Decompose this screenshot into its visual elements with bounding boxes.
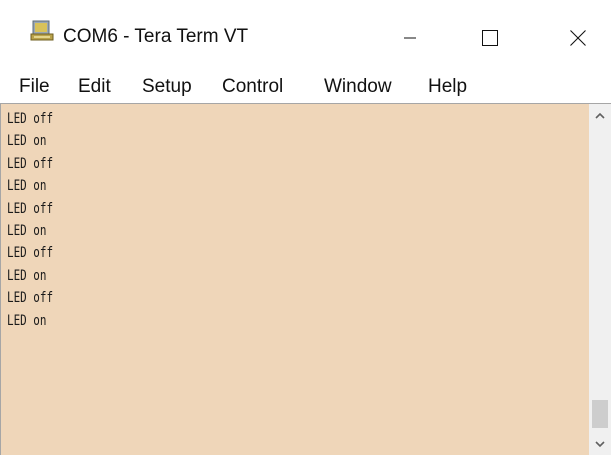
terminal-line: LED on [7,178,47,195]
terminal-line: LED on [7,222,47,239]
chevron-up-icon [595,106,605,124]
scroll-up-button[interactable] [589,104,611,126]
terminal-screen[interactable]: LED off LED on LED off LED on LED off LE… [0,104,589,455]
minimize-button[interactable] [380,14,440,62]
vertical-scrollbar[interactable] [589,104,611,455]
menu-bar: File Edit Setup Control Window Help [0,72,611,102]
terminal-line: LED off [7,155,54,172]
tera-term-app-icon[interactable] [30,20,54,42]
title-bar[interactable]: COM6 - Tera Term VT [0,0,611,72]
scrollbar-thumb[interactable] [592,400,608,428]
maximize-button[interactable] [460,14,520,62]
close-icon [570,30,586,46]
scroll-down-button[interactable] [589,433,611,455]
terminal-line: LED off [7,200,54,217]
menu-control[interactable]: Control [222,75,283,99]
terminal-line: LED off [7,245,54,262]
terminal-line: LED on [7,133,47,150]
maximize-icon [482,30,498,46]
terminal-line: LED on [7,312,47,329]
terminal-area: LED off LED on LED off LED on LED off LE… [0,103,611,455]
chevron-down-icon [595,435,605,453]
terminal-line: LED off [7,290,54,307]
terminal-line: LED off [7,111,54,127]
menu-window[interactable]: Window [324,75,392,99]
terminal-output: LED off LED on LED off LED on LED off LE… [7,108,66,332]
minimize-icon [403,31,417,45]
tera-term-window: COM6 - Tera Term VT File Edit Setup Cont… [0,0,611,455]
window-title: COM6 - Tera Term VT [63,26,249,47]
menu-help[interactable]: Help [428,75,467,99]
terminal-line: LED on [7,267,47,284]
menu-edit[interactable]: Edit [78,75,111,99]
close-button[interactable] [548,14,608,62]
menu-file[interactable]: File [19,75,50,99]
menu-setup[interactable]: Setup [142,75,192,99]
